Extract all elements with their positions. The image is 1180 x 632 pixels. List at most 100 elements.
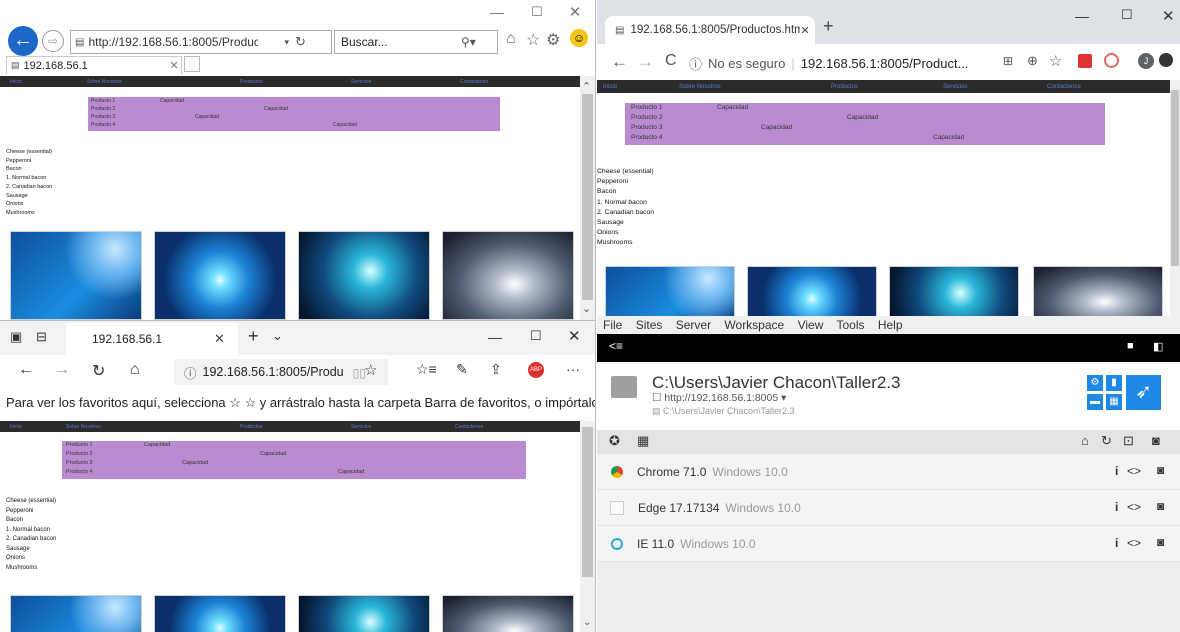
ie-scrollbar[interactable]: ⌃ ⌄ — [580, 76, 595, 320]
tab-close-icon[interactable]: ✕ — [170, 59, 179, 72]
screenshot-icon[interactable]: ◙ — [1157, 463, 1164, 477]
settings-button[interactable]: ⚙ — [1087, 375, 1103, 391]
ie-address-bar[interactable]: ▤ http://192.168.56.1:8005/Productos.htm… — [70, 30, 332, 54]
forward-icon[interactable]: → — [637, 52, 654, 72]
home-icon[interactable]: ⌂ — [130, 361, 140, 379]
edge-address-bar[interactable]: ⓘ 192.168.56.1:8005/Produ ▯▯ — [174, 359, 388, 385]
devtools-icon[interactable]: <> — [1127, 536, 1141, 550]
new-tab-button[interactable]: + — [248, 326, 259, 347]
nav-link-servicios[interactable]: Servicios — [351, 79, 371, 85]
info-icon[interactable]: i — [1115, 536, 1118, 550]
chrome-omnibox[interactable]: ⓘ No es seguro | 192.168.56.1:8005/Produ… — [689, 50, 999, 76]
chrome-maximize-button[interactable]: ☐ — [1121, 7, 1133, 23]
menu-workspace[interactable]: Workspace — [724, 318, 784, 332]
nav-link-productos[interactable]: Productos — [240, 79, 263, 85]
list-item[interactable]: Chrome 71.0 Windows 10.0 — [597, 454, 1180, 490]
scrollbar-thumb[interactable] — [1171, 90, 1179, 266]
dropdown-icon[interactable]: ▾ — [778, 392, 786, 404]
edge-scrollbar[interactable]: ⌄ — [580, 421, 595, 632]
nav-link-sobre[interactable]: Sobre Nosotros — [66, 424, 101, 430]
scrollbar-thumb[interactable] — [582, 94, 593, 300]
devtools-icon[interactable]: <> — [1127, 464, 1141, 478]
ie-search-box[interactable]: Buscar... ⚲▾ — [334, 30, 498, 54]
launch-rocket-button[interactable]: ➶ — [1126, 375, 1161, 410]
chrome-close-button[interactable]: ✕ — [1162, 7, 1175, 25]
extension-icon[interactable] — [1159, 53, 1173, 67]
nav-link-contactenos[interactable]: Contactenos — [455, 424, 483, 430]
scrollbar-thumb[interactable] — [582, 427, 593, 577]
new-tab-button[interactable] — [184, 56, 200, 72]
back-icon[interactable]: ← — [611, 52, 628, 72]
refresh-icon[interactable]: ↻ — [295, 34, 306, 50]
menu-server[interactable]: Server — [676, 318, 711, 332]
panel-icon[interactable]: ◧ — [1153, 340, 1163, 353]
nav-link-productos[interactable]: Productos — [831, 84, 858, 90]
home-icon[interactable]: ⌂ — [1081, 433, 1089, 448]
bookmark-star-icon[interactable]: ☆ — [1049, 52, 1062, 70]
tab-close-icon[interactable]: ✕ — [214, 331, 225, 347]
list-item[interactable]: Edge 17.17134 Windows 10.0 — [597, 490, 1180, 526]
ie-close-button[interactable]: ✕ — [560, 3, 590, 23]
edge-maximize-button[interactable]: ☐ — [530, 328, 542, 344]
nav-link-servicios[interactable]: Servicios — [351, 424, 371, 430]
screenshot-icon[interactable]: ◙ — [1157, 535, 1164, 549]
layout-button[interactable]: ▮ — [1106, 375, 1122, 391]
share-icon[interactable]: ⇪ — [490, 361, 502, 378]
dropdown-icon[interactable]: ▾ — [284, 37, 289, 48]
info-icon[interactable]: ⓘ — [689, 54, 702, 73]
nav-link-inicio[interactable]: Inicio — [10, 424, 22, 430]
menu-help[interactable]: Help — [878, 318, 903, 332]
ie-maximize-button[interactable]: ☐ — [522, 4, 552, 24]
tab-preview-icon[interactable]: ⊟ — [36, 329, 47, 345]
tab-close-icon[interactable]: ✕ — [800, 24, 809, 37]
ie-back-button[interactable]: ← — [8, 26, 38, 56]
scroll-down-icon[interactable]: ⌄ — [583, 617, 591, 628]
scroll-up-icon[interactable]: ⌃ — [582, 80, 591, 93]
info-icon[interactable]: i — [1115, 500, 1118, 514]
forward-icon[interactable]: → — [54, 361, 70, 379]
menu-tools[interactable]: Tools — [836, 318, 864, 332]
search-icon[interactable]: ⚲▾ — [461, 35, 476, 49]
window-icon[interactable]: ■ — [1127, 340, 1134, 352]
refresh-icon[interactable]: ↻ — [92, 361, 105, 381]
screenshot-icon[interactable]: ◙ — [1152, 433, 1160, 448]
adblock-icon[interactable]: ABP — [528, 362, 544, 378]
menu-view[interactable]: View — [798, 318, 824, 332]
chrome-minimize-button[interactable]: — — [1075, 8, 1089, 24]
favorites-star-icon[interactable]: ☆ — [526, 30, 540, 50]
nav-link-sobre[interactable]: Sobre Nosotros — [87, 79, 122, 85]
smiley-icon[interactable]: ☺ — [570, 29, 588, 47]
scroll-down-icon[interactable]: ⌄ — [582, 302, 591, 315]
nav-link-inicio[interactable]: Inicio — [603, 84, 617, 90]
qr-code-button[interactable]: ▦ — [1106, 394, 1122, 410]
pdf-extension-icon[interactable] — [1078, 54, 1092, 68]
tabs-aside-icon[interactable]: ▣ — [10, 329, 22, 345]
nav-link-sobre[interactable]: Sobre Nosotros — [679, 84, 721, 90]
server-url-row[interactable]: ☐ http://192.168.56.1:8005 ▾ — [652, 392, 786, 404]
zoom-icon[interactable]: ⊕ — [1027, 53, 1038, 69]
info-icon[interactable]: i — [1115, 464, 1118, 478]
favorites-hub-icon[interactable]: ☆≡ — [416, 361, 437, 378]
ie-minimize-button[interactable]: — — [482, 4, 512, 24]
nav-link-contactenos[interactable]: Contactenos — [460, 79, 488, 85]
grid-icon[interactable]: ▦ — [637, 433, 649, 449]
nav-link-productos[interactable]: Productos — [240, 424, 263, 430]
menu-sites[interactable]: Sites — [636, 318, 663, 332]
screen-button[interactable]: ▬ — [1087, 394, 1103, 410]
refresh-icon[interactable]: ↻ — [1101, 433, 1112, 449]
list-item[interactable]: IE 11.0 Windows 10.0 — [597, 526, 1180, 562]
inspect-icon[interactable]: ⊡ — [1123, 433, 1134, 449]
home-icon[interactable]: ⌂ — [506, 30, 516, 48]
edge-minimize-button[interactable]: — — [488, 329, 502, 345]
chrome-scrollbar[interactable] — [1170, 80, 1180, 316]
ie-tab[interactable]: ▤ 192.168.56.1 ✕ — [6, 56, 182, 74]
devtools-icon[interactable]: <> — [1127, 500, 1141, 514]
more-icon[interactable]: ··· — [566, 361, 580, 377]
ie-forward-button[interactable]: ⇨ — [42, 30, 64, 52]
sync-icon[interactable]: ✪ — [609, 433, 620, 449]
screenshot-icon[interactable]: ◙ — [1157, 499, 1164, 513]
favorite-star-icon[interactable]: ☆ — [364, 361, 377, 379]
nav-link-servicios[interactable]: Servicios — [943, 84, 967, 90]
new-tab-button[interactable]: + — [823, 16, 834, 37]
nav-link-contactenos[interactable]: Contactenos — [1047, 84, 1081, 90]
